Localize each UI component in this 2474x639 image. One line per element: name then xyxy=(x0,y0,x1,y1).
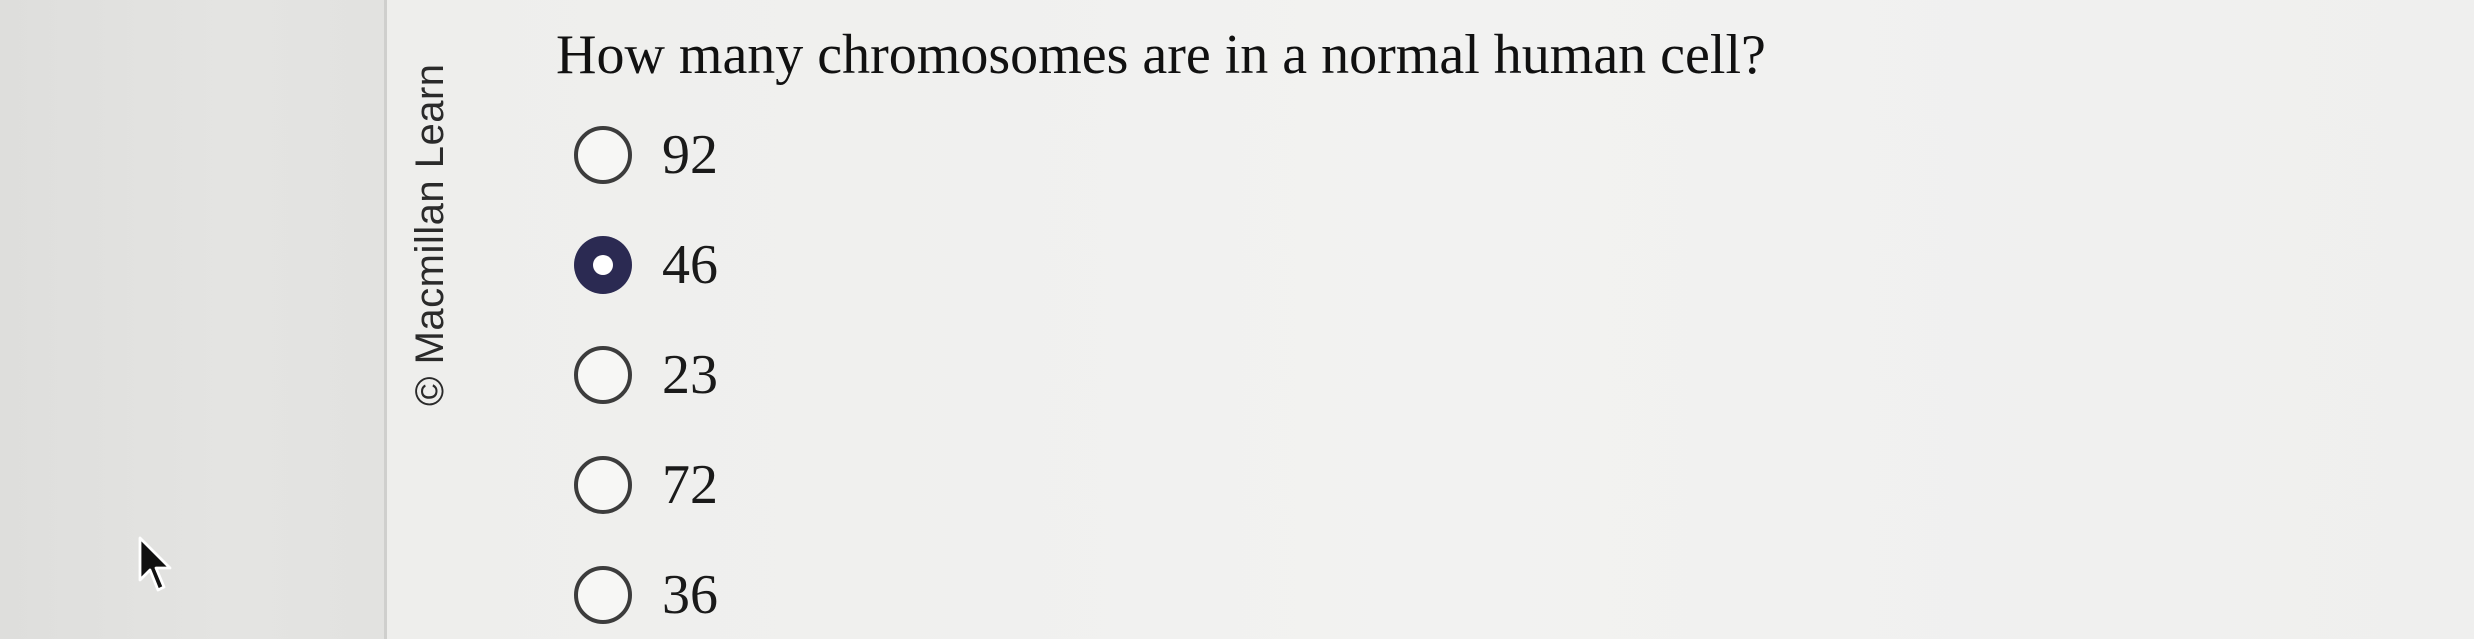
question-text: How many chromosomes are in a normal hum… xyxy=(556,24,1766,86)
option-label: 92 xyxy=(662,124,718,186)
answer-option[interactable]: 23 xyxy=(574,320,718,430)
radio-button[interactable] xyxy=(574,566,632,624)
answer-option[interactable]: 72 xyxy=(574,430,718,540)
left-margin-panel xyxy=(0,0,386,639)
radio-button[interactable] xyxy=(574,456,632,514)
option-label: 46 xyxy=(662,234,718,296)
answer-option[interactable]: 46 xyxy=(574,210,718,320)
radio-button[interactable] xyxy=(574,126,632,184)
radio-button[interactable] xyxy=(574,236,632,294)
answer-option[interactable]: 36 xyxy=(574,540,718,639)
option-label: 72 xyxy=(662,454,718,516)
copyright-wrap: © Macmillan Learn xyxy=(400,6,460,406)
mouse-cursor-icon xyxy=(138,536,172,592)
answer-option[interactable]: 92 xyxy=(574,100,718,210)
panel-divider xyxy=(384,0,387,639)
option-label: 36 xyxy=(662,564,718,626)
copyright-label: © Macmillan Learn xyxy=(408,63,452,406)
option-label: 23 xyxy=(662,344,718,406)
answer-options: 92 46 23 72 36 xyxy=(574,100,718,639)
radio-button[interactable] xyxy=(574,346,632,404)
